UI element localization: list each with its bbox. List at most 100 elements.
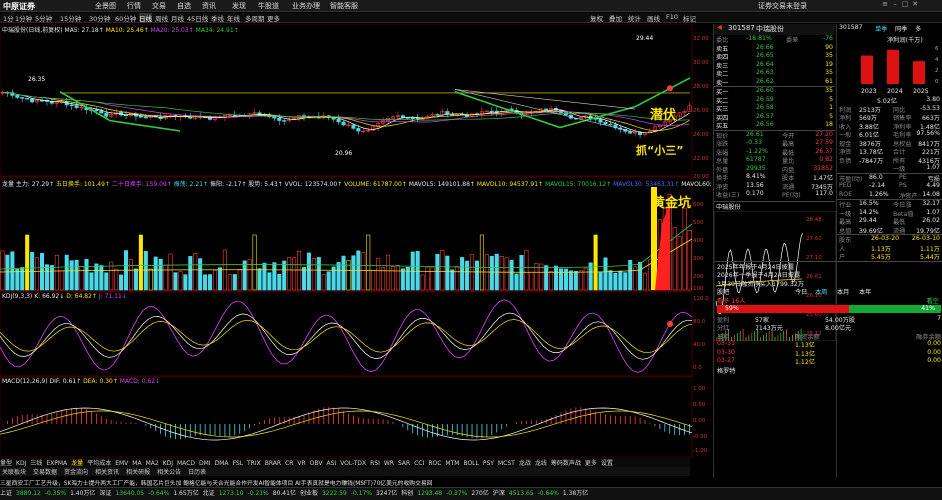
period-weekly[interactable]: 周线 <box>155 13 168 23</box>
stat-row[interactable]: 换手 8.41% 股本 1.47亿 <box>714 173 835 182</box>
fin-tab-same[interactable]: 同季 <box>895 24 907 33</box>
indicator-tab[interactable]: DMI <box>199 460 211 467</box>
indicator-tab[interactable]: 更多 <box>585 460 597 467</box>
indicator-tab[interactable]: 三线 <box>30 460 42 467</box>
tool-draw[interactable]: 画线 <box>647 13 660 23</box>
stat-row[interactable]: 外盘 29935 内盘 31852 <box>714 165 835 174</box>
stat-row[interactable]: 涨跌 -0.33 最高 27.59 <box>714 139 835 148</box>
indicator-tab[interactable]: 龙战 <box>519 460 531 467</box>
indicator-tab[interactable]: SAR <box>398 460 410 467</box>
indicator-tab[interactable]: VR <box>297 460 305 467</box>
period-30min[interactable]: 30分钟 <box>89 13 110 23</box>
index-item[interactable]: 沪深 <box>493 490 505 497</box>
tool-f10[interactable]: F10 <box>666 13 678 21</box>
nav-bullstock[interactable]: 牛股道 <box>258 1 279 11</box>
period-quarter[interactable]: 季线 <box>211 13 224 23</box>
buy-level-row[interactable]: 买四 26.57 5 <box>714 113 835 122</box>
buy-level-row[interactable]: 买三 26.58 1 <box>714 104 835 113</box>
period-1min[interactable]: 1分钟 <box>15 13 32 23</box>
nav-service[interactable]: 智能客服 <box>330 1 358 11</box>
minimize-icon[interactable]: – <box>890 0 900 8</box>
indicator-tab[interactable]: TRIX <box>247 460 261 467</box>
index-item[interactable]: 北证 <box>203 490 215 497</box>
indicator-tab[interactable]: 平均成本 <box>87 460 111 467</box>
indicator-tab[interactable]: 筹码数声战 <box>551 460 581 467</box>
nav-discover[interactable]: 发现 <box>232 1 246 11</box>
stat-row[interactable]: 净资 13.56 流通 7345万 <box>714 182 835 191</box>
indicator-tab[interactable]: EMV <box>115 460 128 467</box>
indicator-tab[interactable]: PSY <box>483 460 494 467</box>
info-tab[interactable]: 相关研报 <box>124 469 152 476</box>
buy-level-row[interactable]: 买五 26.56 18 <box>714 121 835 130</box>
indicator-tab[interactable]: KDJ <box>16 460 26 467</box>
info-tab[interactable]: 相关资讯 <box>93 469 121 476</box>
nav-business[interactable]: 业务办理 <box>292 1 320 11</box>
indicator-tab[interactable]: ASI <box>326 460 336 467</box>
nav-market[interactable]: 行情 <box>127 1 141 11</box>
indicator-tab[interactable]: MA <box>132 460 141 467</box>
indicator-tab[interactable]: MA2 <box>146 460 159 467</box>
info-tab[interactable]: 相关公告 <box>155 469 183 476</box>
chart-area[interactable] <box>0 24 712 458</box>
news-ticker[interactable]: 三星西安工厂工艺升级，SK海力士提升两大工厂产能，韩国芯片巨头加 鲍格亿能与天合… <box>0 478 942 487</box>
indicator-tab[interactable]: WR <box>384 460 394 467</box>
info-tab[interactable]: 日历表 <box>186 469 208 476</box>
indicator-tab[interactable]: EXPMA <box>46 460 67 467</box>
tool-adjust[interactable]: 复权 <box>590 13 603 23</box>
indicator-tab[interactable]: MACD <box>177 460 195 467</box>
indicator-tab[interactable]: CCI <box>414 460 424 467</box>
sell-level-row[interactable]: 卖五 26.66 90 <box>714 44 835 53</box>
stat-row[interactable]: 现价 26.61 今开 27.20 <box>714 131 835 140</box>
nav-trade[interactable]: 交易 <box>152 1 166 11</box>
indicator-tab[interactable]: BRAR <box>265 460 281 467</box>
period-more[interactable]: 更多 <box>267 13 280 23</box>
index-item[interactable]: 创业板 <box>300 490 318 497</box>
index-item[interactable]: 上证 <box>0 490 12 497</box>
back-arrow-icon[interactable]: ◀ <box>717 24 722 31</box>
stat-row[interactable]: 涨幅 -1.22% 最低 26.37 <box>714 148 835 157</box>
buy-level-row[interactable]: 买二 26.59 5 <box>714 96 835 105</box>
period-5min[interactable]: 5分钟 <box>35 13 52 23</box>
period-45day[interactable]: 45日线 <box>187 13 208 23</box>
indicator-tab[interactable]: KDJ <box>163 460 173 467</box>
info-tab[interactable]: 交易数据 <box>31 469 59 476</box>
indicator-tab[interactable]: BOLL <box>463 460 478 467</box>
info-tab[interactable]: 关联板块 <box>0 469 28 476</box>
indicator-tab[interactable]: MTM <box>445 460 459 467</box>
sell-level-row[interactable]: 卖一 26.62 61 <box>714 78 835 87</box>
period-1[interactable]: 1分 <box>3 13 14 23</box>
stat-row[interactable]: 收益(三) 0.170 PE(动) 117.0 <box>714 190 835 199</box>
info-tab[interactable]: 资金流向 <box>62 469 90 476</box>
nav-news[interactable]: 资讯 <box>202 1 216 11</box>
period-15min[interactable]: 15分钟 <box>60 13 81 23</box>
tool-overlay[interactable]: 叠加 <box>609 13 622 23</box>
sell-level-row[interactable]: 卖三 26.64 19 <box>714 61 835 70</box>
indicator-tab[interactable]: MCST <box>498 460 515 467</box>
indicator-tab[interactable]: DMA <box>215 460 229 467</box>
indicator-tab[interactable]: 设置 <box>601 460 613 467</box>
maximize-icon[interactable]: □ <box>900 0 910 8</box>
nav-watchlist[interactable]: 自选 <box>177 1 191 11</box>
period-60min[interactable]: 60分钟 <box>115 13 136 23</box>
fin-tab-quarter[interactable]: 单季 <box>875 24 887 33</box>
sell-level-row[interactable]: 卖二 26.63 35 <box>714 69 835 78</box>
menu-icon[interactable]: ≡ <box>880 0 890 8</box>
sell-level-row[interactable]: 卖四 26.65 35 <box>714 52 835 61</box>
nav-panorama[interactable]: 全景图 <box>95 1 116 11</box>
indicator-tab[interactable]: 龙量 <box>71 460 83 467</box>
period-monthly[interactable]: 月线 <box>171 13 184 23</box>
login-status[interactable]: 证券交易未登录 <box>758 1 807 11</box>
period-multi[interactable]: 多周期 <box>245 13 265 23</box>
tool-stats[interactable]: 统计 <box>628 13 641 23</box>
indicator-tab[interactable]: OBV <box>310 460 323 467</box>
index-item[interactable]: 深证 <box>99 490 111 497</box>
index-item[interactable]: 科创 <box>401 490 413 497</box>
indicator-tab[interactable]: ROC <box>428 460 441 467</box>
tool-mark[interactable]: 标记 <box>683 13 696 23</box>
indicator-tab[interactable]: CR <box>285 460 293 467</box>
period-yearly[interactable]: 年线 <box>227 13 240 23</box>
buy-level-row[interactable]: 买一 26.60 35 <box>714 87 835 96</box>
indicator-tab[interactable]: 量型 <box>0 460 12 467</box>
indicator-tab[interactable]: VOL-TDX <box>340 460 366 467</box>
stat-row[interactable]: 总量 61787 量比 0.82 <box>714 156 835 165</box>
